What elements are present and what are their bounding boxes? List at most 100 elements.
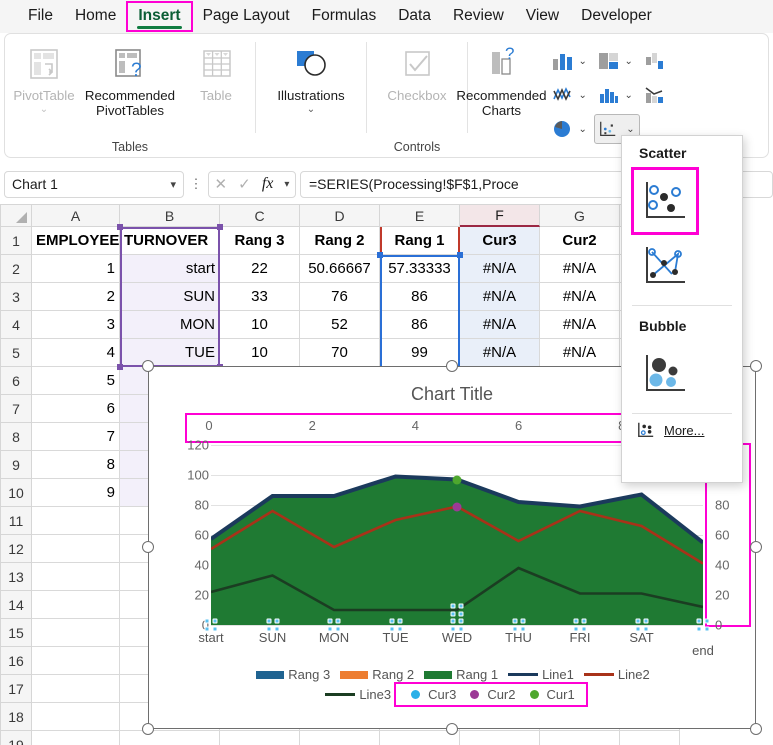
grid-cell[interactable]: 86 — [380, 283, 460, 311]
column-header-a[interactable]: A — [32, 204, 120, 227]
waterfall-chart-icon[interactable] — [640, 47, 670, 75]
more-scatter-charts-item[interactable]: More... — [622, 414, 742, 439]
selection-handle[interactable] — [377, 252, 383, 258]
chevron-down-icon[interactable]: ⌄ — [40, 105, 48, 115]
grid-cell[interactable]: 8 — [32, 451, 120, 479]
legend-item-rang1[interactable]: Rang 1 — [419, 667, 503, 682]
grid-cell[interactable]: #N/A — [540, 311, 620, 339]
grid-cell[interactable] — [220, 731, 300, 745]
grid-cell[interactable] — [32, 647, 120, 675]
more-options-icon[interactable]: ⋮ — [188, 176, 204, 192]
data-point-cur2[interactable] — [453, 502, 462, 511]
column-chart-icon[interactable] — [548, 47, 578, 75]
histogram-chart-icon[interactable] — [594, 81, 624, 109]
tab-developer[interactable]: Developer — [571, 3, 662, 30]
column-title-cell[interactable]: Rang 1 — [380, 227, 460, 255]
row-header[interactable]: 1 — [0, 227, 32, 255]
column-header-c[interactable]: C — [220, 204, 300, 227]
grid-cell[interactable]: 86 — [380, 311, 460, 339]
chevron-down-icon[interactable]: ▾ — [170, 178, 176, 191]
tab-review[interactable]: Review — [443, 3, 514, 30]
column-header-b[interactable]: B — [120, 204, 220, 227]
grid-cell[interactable]: #N/A — [460, 339, 540, 367]
row-header[interactable]: 13 — [0, 563, 32, 591]
grid-cell[interactable]: 3 — [32, 311, 120, 339]
chevron-down-icon[interactable]: ⌄ — [626, 124, 634, 135]
grid-cell[interactable]: 50.66667 — [300, 255, 380, 283]
row-header[interactable]: 12 — [0, 535, 32, 563]
grid-cell[interactable]: 70 — [300, 339, 380, 367]
grid-cell[interactable] — [540, 731, 620, 745]
grid-cell[interactable]: 76 — [300, 283, 380, 311]
chart-resize-handle-mr[interactable] — [750, 541, 762, 553]
chart-resize-handle-tc[interactable] — [446, 360, 458, 372]
row-header[interactable]: 16 — [0, 647, 32, 675]
grid-cell[interactable]: 22 — [220, 255, 300, 283]
chart-resize-handle-bc[interactable] — [446, 723, 458, 735]
column-title-cell[interactable]: Cur3 — [460, 227, 540, 255]
grid-cell[interactable]: #N/A — [460, 255, 540, 283]
row-header[interactable]: 18 — [0, 703, 32, 731]
legend-item-line2[interactable]: Line2 — [579, 667, 655, 682]
grid-cell[interactable] — [300, 731, 380, 745]
pie-chart-icon[interactable] — [548, 115, 578, 143]
selected-data-point-cur3[interactable] — [451, 604, 464, 617]
row-header[interactable]: 2 — [0, 255, 32, 283]
grid-cell[interactable]: 1 — [32, 255, 120, 283]
selection-handle[interactable] — [457, 252, 463, 258]
row-header[interactable]: 4 — [0, 311, 32, 339]
chart-category-axis[interactable]: startSUNMONTUEWEDTHUFRISATend — [211, 630, 703, 650]
name-box[interactable]: Chart 1 ▾ — [4, 171, 184, 198]
grid-cell[interactable]: 9 — [32, 479, 120, 507]
tab-formulas[interactable]: Formulas — [302, 3, 387, 30]
tab-view[interactable]: View — [516, 3, 569, 30]
grid-cell[interactable]: 6 — [32, 395, 120, 423]
grid-cell[interactable] — [32, 703, 120, 731]
chart-resize-handle-br[interactable] — [750, 723, 762, 735]
selection-handle[interactable] — [117, 364, 123, 370]
accept-icon[interactable]: ✓ — [238, 175, 251, 193]
grid-cell[interactable]: 4 — [32, 339, 120, 367]
recommended-pivot-tables-button[interactable]: ? Recommended PivotTables — [82, 40, 178, 119]
checkbox-button[interactable]: Checkbox — [372, 40, 462, 104]
legend-item-cur3[interactable]: Cur3 — [402, 687, 461, 702]
insert-function-icon[interactable]: fx — [262, 175, 274, 193]
scatter-straight-lines-option[interactable] — [634, 235, 696, 297]
row-header[interactable]: 6 — [0, 367, 32, 395]
grid-cell[interactable]: #N/A — [460, 311, 540, 339]
grid-cell[interactable]: 33 — [220, 283, 300, 311]
selection-handle[interactable] — [217, 224, 223, 230]
grid-cell[interactable] — [32, 731, 120, 745]
legend-item-line3[interactable]: Line3 — [320, 687, 396, 702]
grid-cell[interactable]: 57.33333 — [380, 255, 460, 283]
chevron-down-icon[interactable]: ⌄ — [625, 56, 633, 67]
recommended-charts-button[interactable]: ? Recommended Charts — [456, 40, 548, 119]
row-header[interactable]: 9 — [0, 451, 32, 479]
grid-cell[interactable]: #N/A — [540, 283, 620, 311]
grid-cell[interactable]: 52 — [300, 311, 380, 339]
grid-cell[interactable] — [32, 535, 120, 563]
tab-insert[interactable]: Insert — [128, 3, 190, 30]
grid-cell[interactable] — [32, 675, 120, 703]
grid-cell[interactable]: #N/A — [460, 283, 540, 311]
tab-page-layout[interactable]: Page Layout — [193, 3, 300, 30]
cancel-icon[interactable]: ✕ — [215, 175, 228, 193]
row-header[interactable]: 5 — [0, 339, 32, 367]
tab-data[interactable]: Data — [388, 3, 441, 30]
row-header[interactable]: 15 — [0, 619, 32, 647]
grid-cell[interactable]: 7 — [32, 423, 120, 451]
table-button[interactable]: Table — [178, 40, 254, 104]
column-header-g[interactable]: G — [540, 204, 620, 227]
grid-cell[interactable]: TUE — [120, 339, 220, 367]
bubble-option[interactable] — [634, 343, 696, 405]
column-title-cell[interactable]: EMPLOYEE — [32, 227, 120, 255]
chart-legend[interactable]: Rang 3 Rang 2 Rang 1 Line1 Line2 — [179, 667, 727, 705]
grid-cell[interactable] — [120, 731, 220, 745]
chart-resize-handle-tr[interactable] — [750, 360, 762, 372]
chevron-down-icon[interactable]: ⌄ — [579, 124, 587, 135]
grid-cell[interactable] — [620, 731, 680, 745]
legend-item-cur2[interactable]: Cur2 — [461, 687, 520, 702]
legend-item-rang2[interactable]: Rang 2 — [335, 667, 419, 682]
grid-cell[interactable] — [460, 731, 540, 745]
chevron-down-icon[interactable]: ⌄ — [307, 105, 315, 115]
